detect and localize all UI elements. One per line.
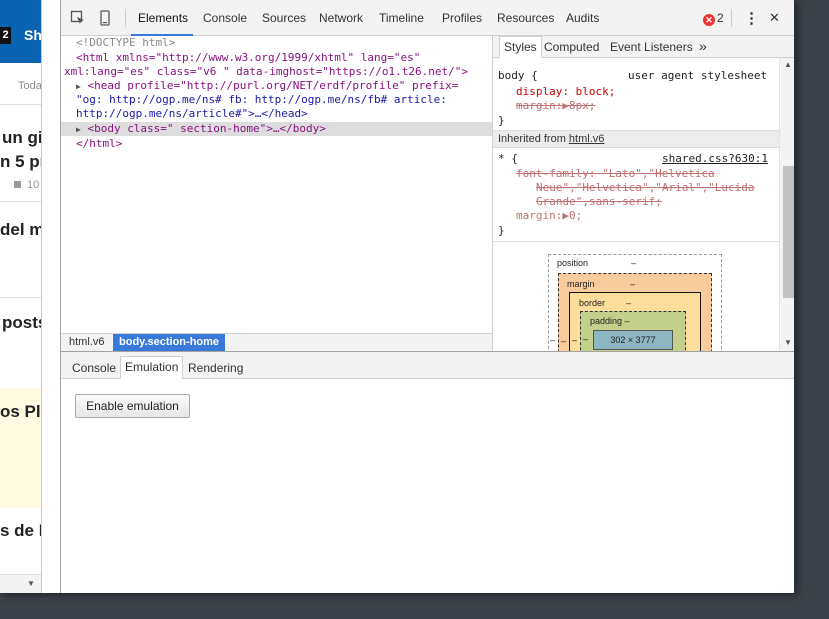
box-border-label: border <box>579 298 606 308</box>
box-margin-label: margin <box>567 279 595 289</box>
tab-resources[interactable]: Resources <box>497 11 554 25</box>
expand-arrow-icon[interactable]: ▶ <box>76 82 81 91</box>
devtools-panel: Elements Console Sources Network Timelin… <box>60 0 794 593</box>
tab-profiles[interactable]: Profiles <box>442 11 482 25</box>
tab-timeline[interactable]: Timeline <box>379 11 424 25</box>
enable-emulation-button[interactable]: Enable emulation <box>75 394 190 418</box>
browser-window: 2 Sh Toda un gi n 5 pr 10 del mu posts o… <box>0 0 795 593</box>
section-divider <box>493 241 779 242</box>
tab-elements[interactable]: Elements <box>138 11 188 25</box>
more-options-icon[interactable]: ⋮ <box>744 9 759 27</box>
drawer-tabbar: Console Emulation Rendering <box>61 351 794 380</box>
html-close-node[interactable]: </html> <box>76 137 122 151</box>
tab-sources[interactable]: Sources <box>262 11 306 25</box>
inspect-element-icon[interactable] <box>70 10 86 26</box>
drawer-tab-rendering[interactable]: Rendering <box>188 361 243 375</box>
page-scrollbar[interactable]: ▼ <box>0 574 41 593</box>
headline[interactable]: un gi <box>2 128 41 148</box>
body-node[interactable]: ▶ <body class=" section-home">…</body> <box>76 122 326 136</box>
box-border-value[interactable]: – <box>626 298 631 308</box>
close-icon[interactable]: ✕ <box>769 10 780 26</box>
box-model[interactable]: position – – margin – – border – – paddi… <box>548 254 722 351</box>
site-header-text[interactable]: Sh <box>24 27 41 43</box>
tab-styles[interactable]: Styles <box>499 36 542 58</box>
page-viewport[interactable]: 2 Sh Toda un gi n 5 pr 10 del mu posts o… <box>0 0 42 593</box>
tab-computed[interactable]: Computed <box>544 40 599 54</box>
more-tabs-icon[interactable]: » <box>699 38 707 54</box>
styles-sidebar: Styles Computed Event Listeners » body {… <box>492 36 794 351</box>
divider <box>0 297 41 298</box>
box-position-value[interactable]: – <box>631 258 636 268</box>
head-node-cont[interactable]: "og: http://ogp.me/ns# fb: http://ogp.me… <box>76 93 447 107</box>
device-mode-icon[interactable] <box>97 10 113 26</box>
css-property-margin[interactable]: margin:▶8px; <box>516 99 595 113</box>
rule-close: } <box>498 114 505 127</box>
head-node[interactable]: ▶ <head profile="http://purl.org/NET/erd… <box>76 79 458 93</box>
box-border: border – – padding – – 302 × 3777 <box>569 292 701 351</box>
box-content-size[interactable]: 302 × 3777 <box>593 330 673 350</box>
headline[interactable]: s de H <box>0 521 41 541</box>
box-padding-label: padding – <box>590 316 630 326</box>
doctype-node[interactable]: <!DOCTYPE html> <box>76 36 175 50</box>
tab-audits[interactable]: Audits <box>566 11 599 25</box>
box-border-left-value[interactable]: – <box>572 335 577 345</box>
toolbar-divider <box>731 9 732 27</box>
box-left-value[interactable]: – <box>550 335 555 345</box>
scrollbar-thumb[interactable] <box>783 166 794 298</box>
error-counter[interactable]: ✕ 2 <box>703 11 724 26</box>
rule-source: user agent stylesheet <box>628 69 768 82</box>
toolbar-divider <box>125 9 126 27</box>
devtools-toolbar: Elements Console Sources Network Timelin… <box>61 0 794 36</box>
box-margin-left-value[interactable]: – <box>561 336 566 346</box>
box-position-label: position <box>557 258 589 268</box>
headline[interactable]: os Pla <box>0 402 41 422</box>
nav-divider <box>0 104 41 105</box>
scroll-down-arrow-icon[interactable]: ▼ <box>784 338 792 347</box>
breadcrumb-html[interactable]: html.v6 <box>63 334 110 351</box>
elements-tree[interactable]: <!DOCTYPE html> <html xmlns="http://www.… <box>61 36 492 333</box>
rule-selector[interactable]: * { <box>498 152 518 166</box>
box-padding: padding – – 302 × 3777 <box>580 311 686 351</box>
drawer-tab-console[interactable]: Console <box>72 361 116 375</box>
html-node-cont[interactable]: xml:lang="es" class="v6 " data-imghost="… <box>64 65 468 79</box>
breadcrumb: html.v6 body.section-home <box>61 333 492 351</box>
error-icon: ✕ <box>703 14 715 26</box>
box-padding-left-value[interactable]: – <box>583 334 588 344</box>
inherited-header: Inherited from html.v6 <box>493 130 779 148</box>
notification-badge[interactable]: 2 <box>0 27 11 44</box>
styles-tabbar: Styles Computed Event Listeners » <box>493 36 794 58</box>
css-property-margin[interactable]: margin:▶0; <box>516 209 582 223</box>
tab-console[interactable]: Console <box>203 11 247 25</box>
html-node[interactable]: <html xmlns="http://www.w3.org/1999/xhtm… <box>76 51 420 65</box>
css-property-font-family: Grande",sans-serif; <box>536 195 662 208</box>
drawer-tab-emulation[interactable]: Emulation <box>120 356 184 380</box>
styles-scrollbar[interactable]: ▲ ▼ <box>779 58 794 351</box>
tab-network[interactable]: Network <box>319 11 363 25</box>
emulation-panel: Enable emulation <box>61 379 794 593</box>
scroll-down-arrow-icon[interactable]: ▼ <box>27 579 35 588</box>
css-property-font-family: Neue","Helvetica","Arial","Lucida <box>536 181 755 194</box>
scroll-up-arrow-icon[interactable]: ▲ <box>784 60 792 69</box>
css-property-display[interactable]: display: block; <box>516 85 615 99</box>
box-margin: margin – – border – – padding – – 302 × … <box>558 273 712 351</box>
tab-event-listeners[interactable]: Event Listeners <box>610 40 693 54</box>
headline[interactable]: n 5 pr <box>0 152 41 172</box>
divider <box>0 201 41 202</box>
rule-source-link[interactable]: shared.css?630:1 <box>662 152 768 166</box>
headline[interactable]: posts <box>2 313 41 333</box>
expand-arrow-icon[interactable]: ▶ <box>76 125 81 134</box>
nav-text[interactable]: Toda <box>18 80 41 92</box>
headline[interactable]: del mu <box>0 220 41 240</box>
box-margin-value[interactable]: – <box>630 279 635 289</box>
css-property-font-family[interactable]: font-family: "Lato","Helvetica <box>516 167 715 181</box>
head-node-cont[interactable]: http://ogp.me/ns/article#">…</head> <box>76 107 308 121</box>
inherited-link[interactable]: html.v6 <box>569 133 604 145</box>
rule-selector[interactable]: body { <box>498 69 538 83</box>
breadcrumb-body[interactable]: body.section-home <box>113 334 226 351</box>
comment-icon <box>14 181 21 188</box>
rule-close: } <box>498 224 505 237</box>
comment-count: 10 <box>14 179 39 191</box>
